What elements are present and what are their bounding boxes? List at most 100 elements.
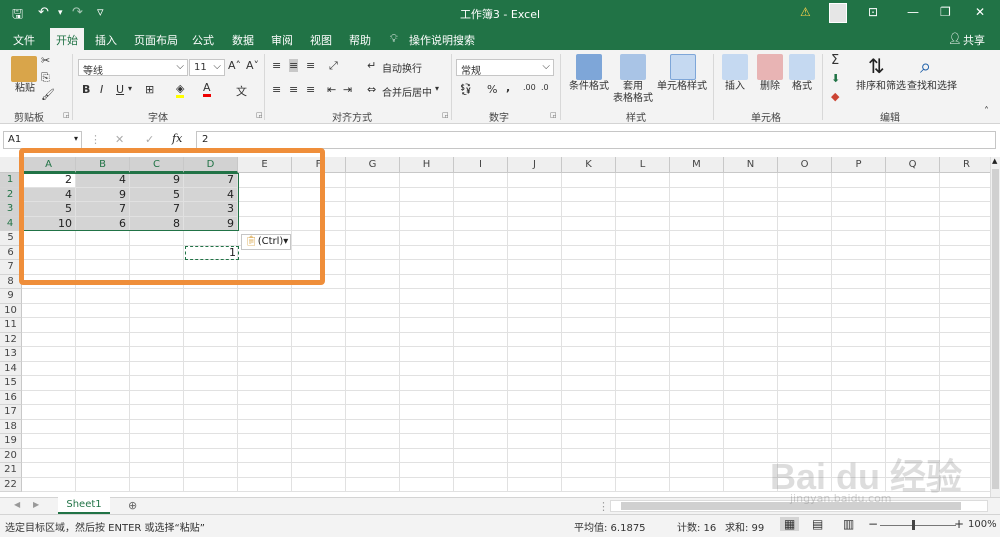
cell-o10[interactable] — [778, 303, 832, 318]
cut-icon[interactable]: ✂ — [41, 54, 50, 67]
cell-q12[interactable] — [886, 332, 940, 347]
cell-l4[interactable] — [616, 216, 670, 231]
cell-f12[interactable] — [292, 332, 346, 347]
cell-i7[interactable] — [454, 260, 508, 275]
cell-o5[interactable] — [778, 231, 832, 246]
cell-k17[interactable] — [562, 405, 616, 420]
zoom-slider-thumb[interactable] — [912, 520, 915, 530]
paste-button[interactable]: 粘贴 — [10, 83, 40, 95]
cell-i4[interactable] — [454, 216, 508, 231]
cell-n5[interactable] — [724, 231, 778, 246]
cell-n10[interactable] — [724, 303, 778, 318]
cell-r17[interactable] — [940, 405, 990, 420]
cell-j7[interactable] — [508, 260, 562, 275]
cell-l20[interactable] — [616, 448, 670, 463]
cell-n16[interactable] — [724, 390, 778, 405]
cell-c10[interactable] — [130, 303, 184, 318]
format-cells-button[interactable]: 格式 — [785, 81, 819, 93]
cell-l8[interactable] — [616, 274, 670, 289]
cell-c17[interactable] — [130, 405, 184, 420]
cell-r18[interactable] — [940, 420, 990, 434]
cell-k19[interactable] — [562, 434, 616, 449]
borders-icon[interactable]: ⊞ — [145, 83, 154, 96]
cell-k1[interactable] — [562, 173, 616, 188]
ribbon-display-options-icon[interactable]: ⊡ — [868, 5, 878, 19]
row-header-13[interactable]: 13 — [0, 347, 22, 362]
row-header-17[interactable]: 17 — [0, 405, 22, 420]
cell-g18[interactable] — [346, 419, 400, 434]
cell-r12[interactable] — [940, 333, 990, 347]
cell-q17[interactable] — [886, 405, 940, 420]
cell-g22[interactable] — [346, 477, 400, 492]
cell-e14[interactable] — [238, 361, 292, 376]
cell-m16[interactable] — [670, 390, 724, 405]
chevron-down-icon[interactable]: ▾ — [128, 84, 132, 93]
cell-k6[interactable] — [562, 245, 616, 260]
cell-n11[interactable] — [724, 318, 778, 333]
cell-k20[interactable] — [562, 448, 616, 463]
clipboard-launcher-icon[interactable]: ◲ — [63, 111, 70, 119]
cell-o4[interactable] — [778, 216, 832, 231]
cell-c18[interactable] — [130, 419, 184, 434]
cell-g11[interactable] — [346, 318, 400, 333]
cell-b21[interactable] — [76, 463, 130, 478]
cell-f17[interactable] — [292, 405, 346, 420]
cell-c19[interactable] — [130, 434, 184, 449]
cell-o6[interactable] — [778, 245, 832, 260]
cell-j18[interactable] — [508, 419, 562, 434]
cell-j13[interactable] — [508, 347, 562, 362]
tab-review[interactable]: 审阅 — [271, 32, 293, 48]
cell-h17[interactable] — [400, 405, 454, 420]
conditional-formatting-button[interactable]: 条件格式 — [566, 81, 612, 93]
cell-l11[interactable] — [616, 318, 670, 333]
tell-me-search[interactable]: 操作说明搜索 — [409, 32, 475, 48]
cell-d14[interactable] — [184, 361, 238, 376]
cell-styles-icon[interactable] — [670, 54, 696, 80]
cell-h15[interactable] — [400, 376, 454, 391]
cell-p2[interactable] — [832, 187, 886, 202]
cell-m10[interactable] — [670, 303, 724, 318]
cell-h6[interactable] — [400, 245, 454, 260]
close-button[interactable]: ✕ — [975, 5, 985, 19]
row-header-16[interactable]: 16 — [0, 390, 22, 405]
cell-r5[interactable] — [940, 231, 990, 246]
cell-g21[interactable] — [346, 463, 400, 478]
cell-c21[interactable] — [130, 463, 184, 478]
row-header-19[interactable]: 19 — [0, 434, 22, 449]
clear-icon[interactable]: ◆ — [831, 90, 839, 103]
merge-center-button[interactable]: 合并后居中 — [382, 84, 432, 99]
cell-k4[interactable] — [562, 216, 616, 231]
paste-icon[interactable] — [11, 56, 37, 82]
col-header-k[interactable]: K — [562, 157, 616, 173]
tab-page-layout[interactable]: 页面布局 — [134, 32, 178, 48]
cell-h8[interactable] — [400, 274, 454, 289]
cell-m9[interactable] — [670, 289, 724, 304]
cell-q10[interactable] — [886, 303, 940, 318]
cell-g2[interactable] — [346, 187, 400, 202]
cell-r14[interactable] — [940, 362, 990, 376]
cell-q13[interactable] — [886, 347, 940, 362]
restore-button[interactable]: ❐ — [940, 5, 951, 19]
cell-b9[interactable] — [76, 289, 130, 304]
cell-i1[interactable] — [454, 173, 508, 188]
cell-h5[interactable] — [400, 231, 454, 246]
cell-f15[interactable] — [292, 376, 346, 391]
cell-p15[interactable] — [832, 376, 886, 391]
number-launcher-icon[interactable]: ◲ — [550, 111, 557, 119]
cell-l3[interactable] — [616, 202, 670, 217]
cell-a19[interactable] — [22, 434, 76, 449]
cell-n1[interactable] — [724, 173, 778, 188]
cell-i14[interactable] — [454, 361, 508, 376]
decrease-decimal-icon[interactable]: .0 — [541, 83, 549, 92]
cell-o7[interactable] — [778, 260, 832, 275]
bold-button[interactable]: B — [82, 83, 90, 96]
add-sheet-icon[interactable]: ⊕ — [128, 499, 137, 512]
cell-j4[interactable] — [508, 216, 562, 231]
cell-o17[interactable] — [778, 405, 832, 420]
format-painter-icon[interactable]: 🖌︎ — [41, 88, 55, 101]
cell-o8[interactable] — [778, 274, 832, 289]
cell-e22[interactable] — [238, 477, 292, 492]
cell-g5[interactable] — [346, 231, 400, 246]
cell-l5[interactable] — [616, 231, 670, 246]
merge-center-icon[interactable]: ⇔ — [367, 83, 376, 96]
